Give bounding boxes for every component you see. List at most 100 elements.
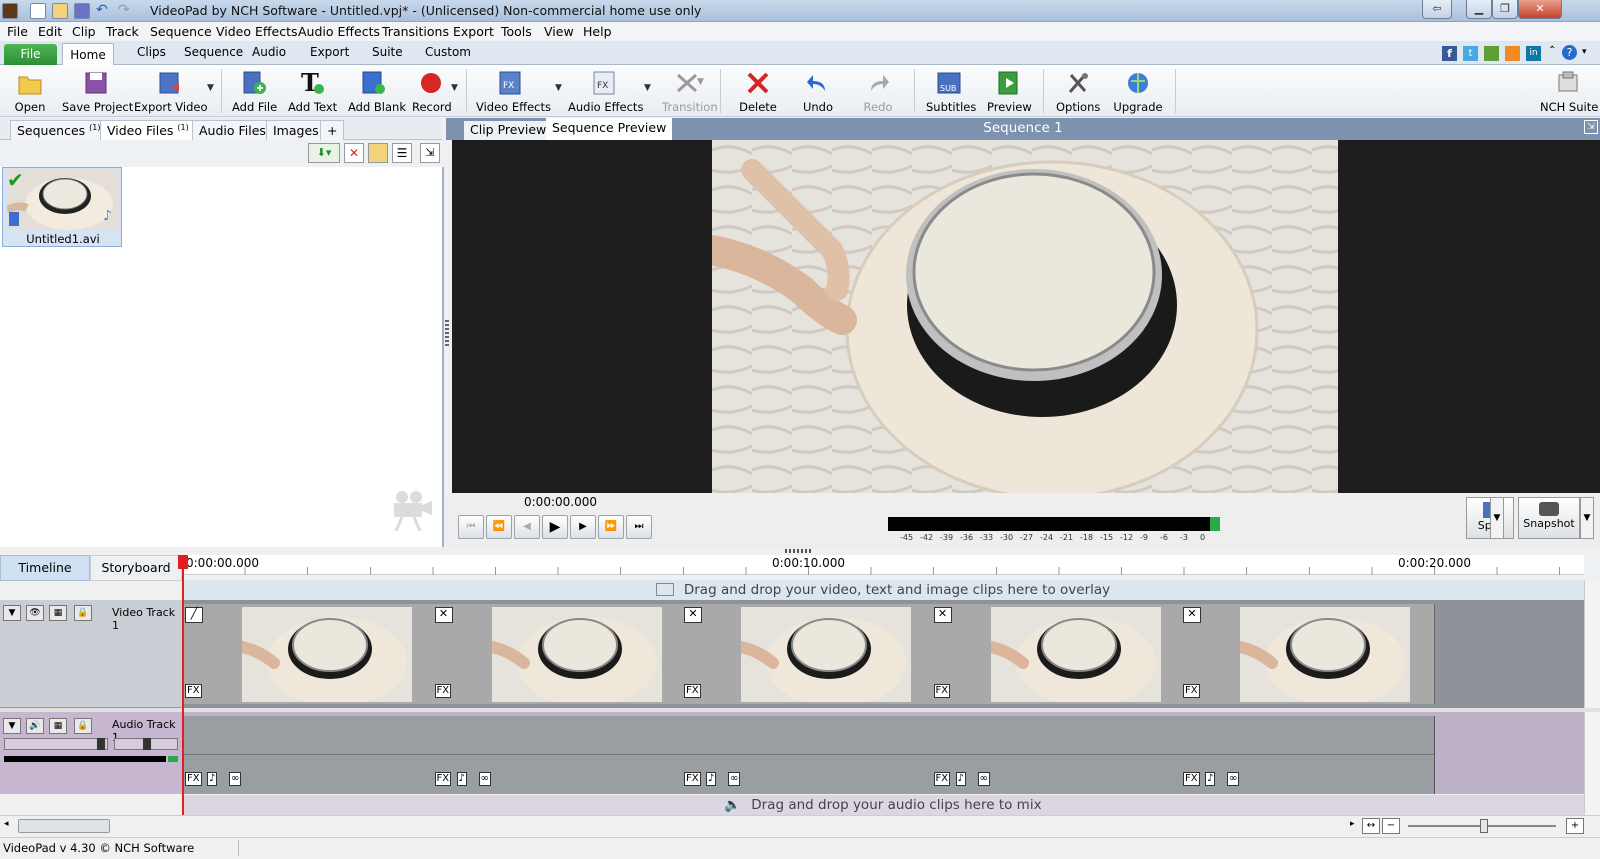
preview-button[interactable]: Preview: [987, 67, 1032, 115]
audio-clip-link-icon[interactable]: ∞: [1227, 772, 1240, 786]
menu-help[interactable]: Help: [583, 24, 612, 39]
tab-audio-files[interactable]: Audio Files: [192, 120, 273, 140]
linkedin-icon[interactable]: in: [1526, 46, 1541, 61]
fade-in-icon[interactable]: ╱: [185, 607, 203, 623]
audio-track[interactable]: FX ♪ ∞ FX ♪ ∞ FX ♪ ∞ FX ♪ ∞ FX ♪ ∞: [182, 712, 1584, 794]
tab-custom[interactable]: Custom: [425, 45, 471, 59]
menu-track[interactable]: Track: [106, 24, 139, 39]
save-project-button[interactable]: Save Project: [62, 67, 133, 115]
video-effects-dropdown[interactable]: ▼: [555, 83, 562, 93]
google-plus-icon[interactable]: [1484, 46, 1499, 61]
audio-clip-fx-button[interactable]: FX: [1183, 772, 1200, 786]
transition-button[interactable]: Transition: [662, 67, 718, 115]
collapse-ribbon-icon[interactable]: ⌃: [1548, 45, 1556, 56]
minimize-button[interactable]: ▁: [1466, 0, 1492, 19]
audio-clip-link-icon[interactable]: ∞: [728, 772, 741, 786]
audio-clip[interactable]: FX ♪ ∞: [930, 716, 1186, 794]
track-volume-slider[interactable]: [4, 738, 108, 750]
timeline-ruler[interactable]: 0:00:00.000 0:00:10.000 0:00:20.000: [182, 555, 1584, 575]
video-clip[interactable]: ✕ FX: [681, 604, 936, 704]
save-icon[interactable]: [74, 3, 90, 19]
tab-audio[interactable]: Audio: [252, 45, 286, 59]
audio-clip-volume-icon[interactable]: ♪: [456, 772, 467, 786]
tab-clips[interactable]: Clips: [137, 45, 166, 59]
tab-home[interactable]: Home: [62, 43, 114, 66]
menu-edit[interactable]: Edit: [38, 24, 62, 39]
tab-sequences[interactable]: Sequences (1): [10, 120, 108, 140]
tab-sequence[interactable]: Sequence: [184, 45, 243, 59]
menu-audio-effects[interactable]: Audio Effects: [298, 24, 380, 39]
zoom-out-icon[interactable]: −: [1382, 818, 1400, 834]
redo-button[interactable]: Redo: [860, 67, 896, 115]
timeline-scrollbar[interactable]: ◂ ▸ ↔ − +: [0, 815, 1600, 837]
upgrade-button[interactable]: Upgrade: [1113, 67, 1163, 115]
snapshot-button[interactable]: Snapshot: [1518, 497, 1580, 539]
audio-clip-fx-button[interactable]: FX: [185, 772, 202, 786]
add-text-button[interactable]: T Add Text: [288, 67, 337, 115]
track-effects-icon[interactable]: ▦: [49, 605, 67, 621]
twitter-icon[interactable]: t: [1463, 46, 1478, 61]
scrollbar-thumb[interactable]: [18, 819, 110, 833]
help-icon[interactable]: ?: [1562, 45, 1577, 60]
tab-timeline[interactable]: Timeline: [0, 555, 90, 581]
tab-export[interactable]: Export: [310, 45, 349, 59]
audio-clip[interactable]: FX ♪ ∞: [431, 716, 687, 794]
audio-clip-link-icon[interactable]: ∞: [478, 772, 491, 786]
audio-clip[interactable]: FX ♪ ∞: [182, 716, 437, 794]
scroll-left-arrow[interactable]: ◂: [4, 819, 9, 829]
export-video-button[interactable]: Export Video: [134, 67, 208, 115]
playhead[interactable]: [182, 555, 184, 815]
audio-clip-link-icon[interactable]: ∞: [229, 772, 242, 786]
help-window-icon[interactable]: ⇦: [1422, 0, 1452, 19]
pan-slider-thumb[interactable]: [143, 738, 151, 750]
audio-vertical-scrollbar[interactable]: [1584, 712, 1600, 815]
audio-track-effects-icon[interactable]: ▦: [49, 718, 67, 734]
undo-button[interactable]: Undo: [800, 67, 836, 115]
audio-clip-volume-icon[interactable]: ♪: [955, 772, 966, 786]
audio-effects-dropdown[interactable]: ▼: [644, 83, 651, 93]
open-folder-icon[interactable]: [52, 3, 68, 19]
volume-slider-thumb[interactable]: [97, 738, 105, 750]
undock-preview-icon[interactable]: ⇲: [1584, 120, 1598, 134]
new-folder-icon[interactable]: [368, 143, 388, 163]
remove-icon[interactable]: ✕: [344, 143, 364, 163]
tab-add-bin[interactable]: +: [320, 120, 345, 140]
scroll-right-arrow[interactable]: ▸: [1350, 819, 1355, 829]
prev-frame-button[interactable]: ⏪: [486, 515, 512, 539]
clip-fx-button[interactable]: FX: [434, 684, 452, 698]
maximize-button[interactable]: ❐: [1492, 0, 1518, 19]
audio-clip[interactable]: FX ♪ ∞: [681, 716, 936, 794]
transition-icon[interactable]: ✕: [1183, 607, 1201, 623]
menu-transitions[interactable]: Transitions: [382, 24, 449, 39]
video-effects-button[interactable]: FX Video Effects: [476, 67, 551, 115]
menu-video-effects[interactable]: Video Effects: [216, 24, 297, 39]
step-forward-button[interactable]: ▶: [570, 515, 596, 539]
lock-audio-track-icon[interactable]: 🔒: [74, 718, 92, 734]
collapse-track-icon[interactable]: ▼: [3, 605, 21, 621]
splitter-handle[interactable]: [785, 549, 813, 553]
add-file-button[interactable]: Add File: [232, 67, 277, 115]
tab-sequence-preview[interactable]: Sequence Preview: [546, 118, 673, 140]
fit-timeline-icon[interactable]: ↔: [1362, 818, 1380, 834]
audio-clip-volume-icon[interactable]: ♪: [1205, 772, 1216, 786]
clip-fx-button[interactable]: FX: [1183, 684, 1200, 698]
video-clip[interactable]: ✕ FX: [1180, 604, 1435, 704]
menu-tools[interactable]: Tools: [501, 24, 532, 39]
lock-track-icon[interactable]: 🔒: [74, 605, 92, 621]
next-frame-button[interactable]: ⏩: [598, 515, 624, 539]
visibility-eye-icon[interactable]: 👁: [26, 605, 44, 621]
audio-clip-link-icon[interactable]: ∞: [977, 772, 990, 786]
soundcloud-icon[interactable]: [1505, 46, 1520, 61]
open-button[interactable]: Open: [10, 67, 50, 115]
media-item[interactable]: ✔ ♪ Untitled1.avi: [2, 167, 122, 247]
subtitles-button[interactable]: SUB Subtitles: [926, 67, 976, 115]
audio-drop-zone[interactable]: 🔈 Drag and drop your audio clips here to …: [182, 795, 1584, 815]
menu-export[interactable]: Export: [453, 24, 494, 39]
go-end-button[interactable]: ⏭: [626, 515, 652, 539]
overlay-drop-zone[interactable]: Drag and drop your video, text and image…: [182, 580, 1584, 600]
tab-clip-preview[interactable]: Clip Preview: [464, 121, 553, 140]
delete-button[interactable]: Delete: [738, 67, 778, 115]
add-blank-button[interactable]: Add Blank: [348, 67, 406, 115]
help-dropdown-icon[interactable]: ▾: [1582, 47, 1587, 57]
record-button[interactable]: Record: [412, 67, 452, 115]
